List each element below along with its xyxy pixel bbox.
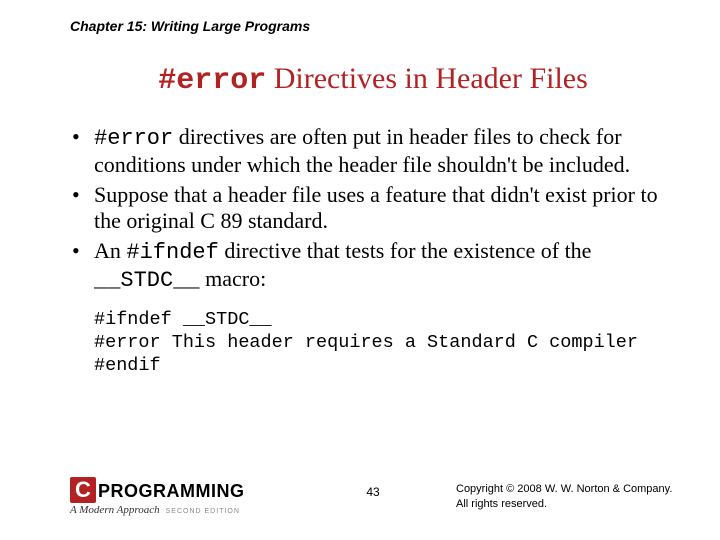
bullet-list: #error directives are often put in heade… xyxy=(70,124,676,294)
logo-edition: SECOND EDITION xyxy=(166,508,240,515)
title-rest: Directives in Header Files xyxy=(266,62,588,95)
code-inline: __STDC__ xyxy=(94,268,200,293)
logo-c-icon: C xyxy=(70,477,96,503)
copyright-line1: Copyright © 2008 W. W. Norton & Company. xyxy=(456,483,672,495)
logo-top: C PROGRAMMING xyxy=(70,477,245,503)
bullet-item: An #ifndef directive that tests for the … xyxy=(70,238,676,294)
bullet-text: directive that tests for the existence o… xyxy=(219,238,592,263)
code-inline: #error xyxy=(94,126,173,151)
code-inline: #ifndef xyxy=(126,240,218,265)
logo-sub-text: A Modern Approach xyxy=(70,505,160,516)
footer: C PROGRAMMING A Modern Approach SECOND E… xyxy=(70,477,676,516)
copyright: Copyright © 2008 W. W. Norton & Company.… xyxy=(456,482,676,511)
code-block: #ifndef __STDC__ #error This header requ… xyxy=(94,308,676,377)
copyright-line2: All rights reserved. xyxy=(456,498,547,510)
bullet-text: directives are often put in header files… xyxy=(94,124,630,177)
bullet-text: macro: xyxy=(200,266,267,291)
title-code: #error xyxy=(158,64,266,98)
bullet-item: Suppose that a header file uses a featur… xyxy=(70,182,676,234)
logo-text: PROGRAMMING xyxy=(98,482,245,500)
chapter-label: Chapter 15: Writing Large Programs xyxy=(70,18,676,34)
logo-subtitle: A Modern Approach SECOND EDITION xyxy=(70,505,245,516)
bullet-text: An xyxy=(94,238,126,263)
bullet-text: Suppose that a header file uses a featur… xyxy=(94,182,658,233)
page-number: 43 xyxy=(366,485,379,499)
slide: Chapter 15: Writing Large Programs #erro… xyxy=(0,0,720,540)
book-logo: C PROGRAMMING A Modern Approach SECOND E… xyxy=(70,477,245,516)
slide-title: #error Directives in Header Files xyxy=(70,62,676,98)
bullet-item: #error directives are often put in heade… xyxy=(70,124,676,178)
